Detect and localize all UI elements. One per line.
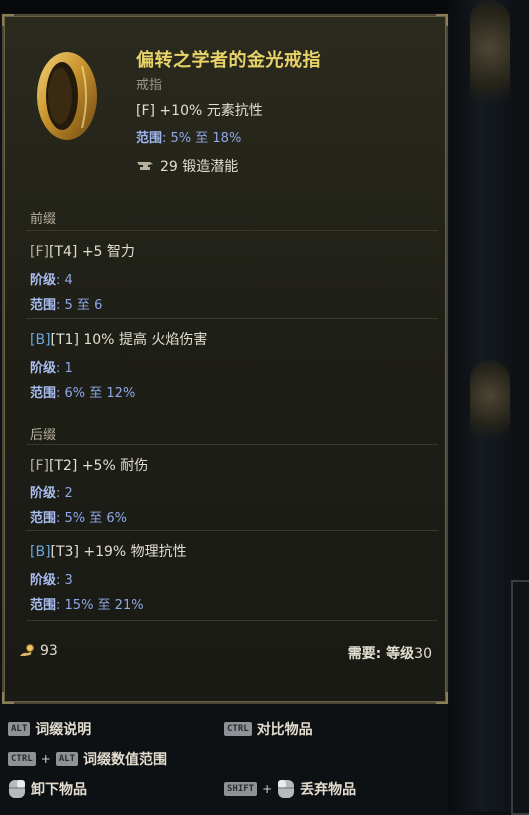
mod-range-line: 范围: 6% 至 12%	[30, 382, 135, 401]
divider	[26, 620, 438, 621]
mod-tier-line: 阶级: 3	[30, 569, 73, 588]
coin-hand-icon	[20, 644, 34, 656]
tier-value: : 3	[56, 573, 73, 588]
divider	[26, 444, 438, 445]
item-value: 93	[18, 643, 58, 659]
alt-key: ALT	[8, 722, 31, 736]
corner-ornament	[436, 692, 448, 704]
prefix-mod-2: [B][T1] 10% 提高 火焰伤害	[30, 329, 207, 349]
mod-range-line: 范围: 5 至 6	[30, 294, 102, 313]
forge-potential-value: 29 锻造潜能	[160, 159, 239, 175]
mod-tag: [F]	[30, 458, 49, 474]
range-label: 范围	[30, 386, 57, 401]
tier-label: 阶级	[30, 486, 57, 501]
item-type: 戒指	[136, 78, 163, 93]
divider	[26, 530, 438, 531]
mod-tier: [T1]	[50, 332, 79, 348]
tier-value: : 1	[56, 361, 73, 376]
anvil-icon	[137, 162, 153, 170]
mod-tier-line: 阶级: 4	[30, 269, 73, 288]
mod-text: +5% 耐伤	[77, 458, 149, 474]
hint-affix-range: CTRL + ALT 词缀数值范围	[8, 749, 167, 769]
hint-label: 对比物品	[256, 722, 313, 738]
hint-label: 词缀数值范围	[83, 752, 168, 768]
mod-tag: [F]	[30, 244, 49, 260]
hint-drop-item: SHIFT + 丢弃物品	[224, 779, 356, 799]
forge-potential: 29 锻造潜能	[136, 156, 238, 176]
prefix-label: 前缀	[30, 212, 57, 227]
plus-sign: +	[262, 782, 273, 796]
implicit-range: 范围: 5% 至 18%	[136, 127, 241, 146]
prefix-mod-1: [F][T4] +5 智力	[30, 241, 135, 261]
tier-label: 阶级	[30, 273, 57, 288]
tier-label: 阶级	[30, 573, 57, 588]
range-value: : 5% 至 18%	[162, 131, 242, 146]
mod-range-line: 范围: 5% 至 6%	[30, 507, 127, 526]
item-tooltip: 偏转之学者的金光戒指 戒指 [F] +10% 元素抗性 范围: 5% 至 18%…	[2, 14, 448, 704]
plus-sign: +	[40, 752, 51, 766]
mouse-left-click-icon	[278, 780, 295, 798]
tier-value: : 4	[56, 273, 73, 288]
range-label: 范围	[30, 598, 57, 613]
mod-tier-line: 阶级: 1	[30, 357, 73, 376]
mod-tier-line: 阶级: 2	[30, 482, 73, 501]
divider	[26, 230, 438, 231]
item-value-number: 93	[40, 643, 58, 659]
range-value: : 6% 至 12%	[56, 386, 136, 401]
mod-range-line: 范围: 15% 至 21%	[30, 594, 144, 613]
suffix-label: 后缀	[30, 428, 57, 443]
corner-ornament	[2, 692, 14, 704]
hint-label: 丢弃物品	[300, 782, 357, 798]
corner-ornament	[2, 14, 14, 26]
shift-key: SHIFT	[224, 782, 258, 796]
tier-value: : 2	[56, 486, 73, 501]
corner-ornament	[436, 14, 448, 26]
range-label: 范围	[136, 131, 163, 146]
range-label: 范围	[30, 298, 57, 313]
requirement-label: 需要: 等级	[347, 646, 415, 662]
hint-affix-description: ALT 词缀说明	[8, 719, 91, 739]
range-value: : 5 至 6	[56, 298, 103, 313]
mod-tag: [B]	[30, 332, 51, 348]
requirement-level: 30	[414, 646, 432, 662]
range-value: : 5% 至 6%	[56, 511, 128, 526]
ctrl-key: CTRL	[8, 752, 36, 766]
mod-tier: [T4]	[48, 244, 78, 260]
alt-key: ALT	[55, 752, 79, 766]
gold-ring-icon	[37, 52, 97, 140]
suffix-mod-2: [B][T3] +19% 物理抗性	[30, 541, 187, 561]
tier-label: 阶级	[30, 361, 57, 376]
hint-compare-items: CTRL 对比物品	[224, 719, 313, 739]
mod-tier: [T2]	[48, 458, 78, 474]
ctrl-key: CTRL	[224, 722, 252, 736]
hint-unequip: 卸下物品	[8, 779, 87, 799]
mouse-right-click-icon	[9, 780, 25, 798]
implicit-mod: [F] +10% 元素抗性	[136, 103, 263, 119]
inventory-frame-edge	[511, 580, 529, 815]
mod-text: +5 智力	[77, 244, 135, 260]
hint-label: 词缀说明	[35, 722, 92, 738]
mod-tag: [B]	[30, 544, 51, 560]
range-value: : 15% 至 21%	[56, 598, 144, 613]
ornament-decoration	[470, 360, 510, 450]
mod-tier: [T3]	[50, 544, 79, 560]
hint-label: 卸下物品	[31, 782, 87, 798]
item-name: 偏转之学者的金光戒指	[136, 50, 321, 71]
mod-text: +19% 物理抗性	[78, 544, 187, 560]
ornament-decoration	[470, 0, 510, 120]
level-requirement: 需要: 等级30	[348, 643, 432, 663]
suffix-mod-1: [F][T2] +5% 耐伤	[30, 455, 148, 475]
range-label: 范围	[30, 511, 57, 526]
mod-text: 10% 提高 火焰伤害	[78, 332, 208, 348]
divider	[26, 318, 438, 319]
